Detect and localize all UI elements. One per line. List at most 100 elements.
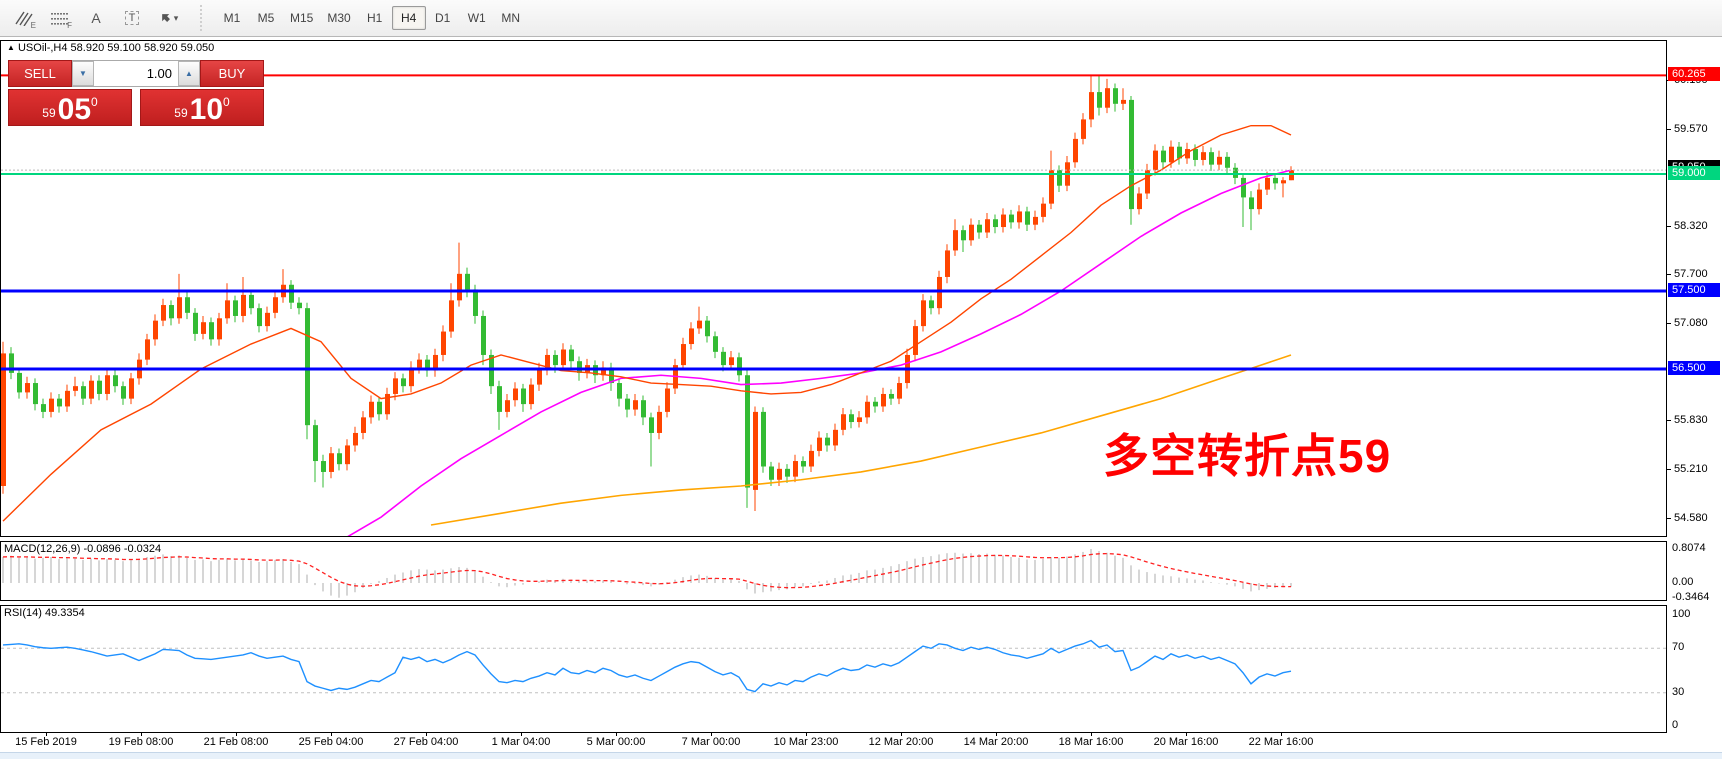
price-badge: 56.500 — [1668, 361, 1720, 375]
candle-body — [1009, 215, 1014, 223]
candle-body — [473, 289, 478, 316]
candle-body — [273, 297, 278, 313]
time-axis-label: 15 Feb 2019 — [15, 736, 77, 748]
candle-body — [1, 353, 6, 486]
candle-body — [889, 394, 894, 399]
candle-body — [1289, 170, 1294, 180]
text-label-icon[interactable]: A — [80, 4, 112, 32]
candle-body — [449, 300, 454, 331]
candle-body — [833, 430, 838, 446]
timeframe-button-m15[interactable]: M15 — [283, 6, 320, 30]
candle-body — [793, 461, 798, 477]
candle-body — [1033, 217, 1038, 225]
timeframe-button-m1[interactable]: M1 — [215, 6, 249, 30]
volume-box: ▼ 1.00 ▲ — [72, 60, 200, 87]
candle-body — [1193, 149, 1198, 160]
candle-body — [897, 383, 902, 399]
time-axis-label: 25 Feb 04:00 — [299, 736, 364, 748]
candle-body — [313, 425, 318, 461]
candle-body — [329, 453, 334, 472]
price-axis-label: 57.700 — [1674, 268, 1708, 280]
crosshair-lines-icon[interactable]: E — [8, 4, 40, 32]
candle-body — [465, 274, 470, 290]
candle-body — [913, 326, 918, 355]
price-badge: 57.500 — [1668, 283, 1720, 297]
candle-body — [817, 438, 822, 451]
text-box-icon[interactable]: T — [116, 4, 148, 32]
candle-body — [129, 378, 134, 398]
price-axis-tick — [1667, 420, 1671, 421]
candle-body — [345, 445, 350, 464]
timeframe-button-m30[interactable]: M30 — [320, 6, 357, 30]
candle-body — [1265, 178, 1270, 190]
macd-signal-line — [3, 554, 1291, 588]
candle-body — [161, 305, 166, 321]
time-axis-label: 18 Mar 16:00 — [1059, 736, 1124, 748]
buy-price-sup: 0 — [223, 95, 230, 109]
candle-body — [1113, 88, 1118, 104]
candle-body — [1129, 100, 1134, 209]
buy-price-tile[interactable]: 59 10 0 — [140, 89, 264, 126]
candle-body — [417, 360, 422, 368]
candle-body — [681, 344, 686, 365]
rsi-indicator-pane[interactable] — [0, 605, 1667, 733]
macd-axis-label: -0.3464 — [1672, 591, 1709, 603]
candle-body — [857, 417, 862, 422]
price-axis-label: 58.320 — [1674, 220, 1708, 232]
time-axis-label: 14 Mar 20:00 — [964, 736, 1029, 748]
timeframe-button-h4[interactable]: H4 — [392, 6, 426, 30]
candle-body — [57, 399, 62, 407]
candle-body — [945, 250, 950, 277]
candle-body — [89, 381, 94, 399]
timeframe-button-w1[interactable]: W1 — [460, 6, 494, 30]
volume-decrease-button[interactable]: ▼ — [72, 61, 94, 86]
candle-body — [1241, 178, 1246, 198]
timeframe-button-d1[interactable]: D1 — [426, 6, 460, 30]
candle-body — [1025, 211, 1030, 224]
arrows-objects-icon[interactable]: ▾ — [152, 4, 184, 32]
candle-body — [1225, 157, 1230, 168]
timeframe-button-m5[interactable]: M5 — [249, 6, 283, 30]
candle-body — [825, 438, 830, 446]
volume-increase-button[interactable]: ▲ — [178, 61, 200, 86]
price-axis-label: 59.570 — [1674, 123, 1708, 135]
one-click-trading-widget: SELL ▼ 1.00 ▲ BUY 59 05 0 59 10 0 — [8, 60, 264, 126]
candle-body — [625, 399, 630, 410]
candle-body — [1057, 170, 1062, 186]
price-axis-tick — [1667, 323, 1671, 324]
rsi-axis-label: 0 — [1672, 719, 1678, 731]
volume-input[interactable]: 1.00 — [94, 61, 178, 86]
candle-body — [401, 378, 406, 386]
candle-body — [73, 386, 78, 391]
candle-body — [305, 308, 310, 425]
candle-body — [321, 461, 326, 472]
sell-price-tile[interactable]: 59 05 0 — [8, 89, 132, 126]
candle-body — [233, 300, 238, 316]
timeframe-button-h1[interactable]: H1 — [358, 6, 392, 30]
buy-button[interactable]: BUY — [200, 60, 264, 87]
candle-body — [225, 300, 230, 318]
candle-body — [873, 402, 878, 407]
fibonacci-grid-icon[interactable]: F — [44, 4, 76, 32]
candle-body — [265, 313, 270, 326]
macd-indicator-pane[interactable] — [0, 541, 1667, 601]
candle-body — [985, 219, 990, 232]
time-axis[interactable]: 15 Feb 201919 Feb 08:0021 Feb 08:0025 Fe… — [0, 733, 1722, 752]
candle-body — [1073, 139, 1078, 162]
candle-body — [953, 230, 958, 250]
time-axis-label: 1 Mar 04:00 — [492, 736, 551, 748]
sell-button[interactable]: SELL — [8, 60, 72, 87]
candle-body — [177, 297, 182, 318]
time-axis-label: 5 Mar 00:00 — [587, 736, 646, 748]
candle-body — [1041, 204, 1046, 217]
collapse-triangle-icon[interactable]: ▲ — [7, 43, 15, 52]
candle-body — [1137, 194, 1142, 210]
price-axis-tick — [1667, 129, 1671, 130]
candle-body — [241, 295, 246, 316]
candle-body — [217, 318, 222, 339]
candle-body — [457, 274, 462, 301]
timeframe-button-mn[interactable]: MN — [494, 6, 528, 30]
candle-body — [1089, 92, 1094, 119]
candle-body — [577, 361, 582, 373]
candle-body — [841, 414, 846, 430]
